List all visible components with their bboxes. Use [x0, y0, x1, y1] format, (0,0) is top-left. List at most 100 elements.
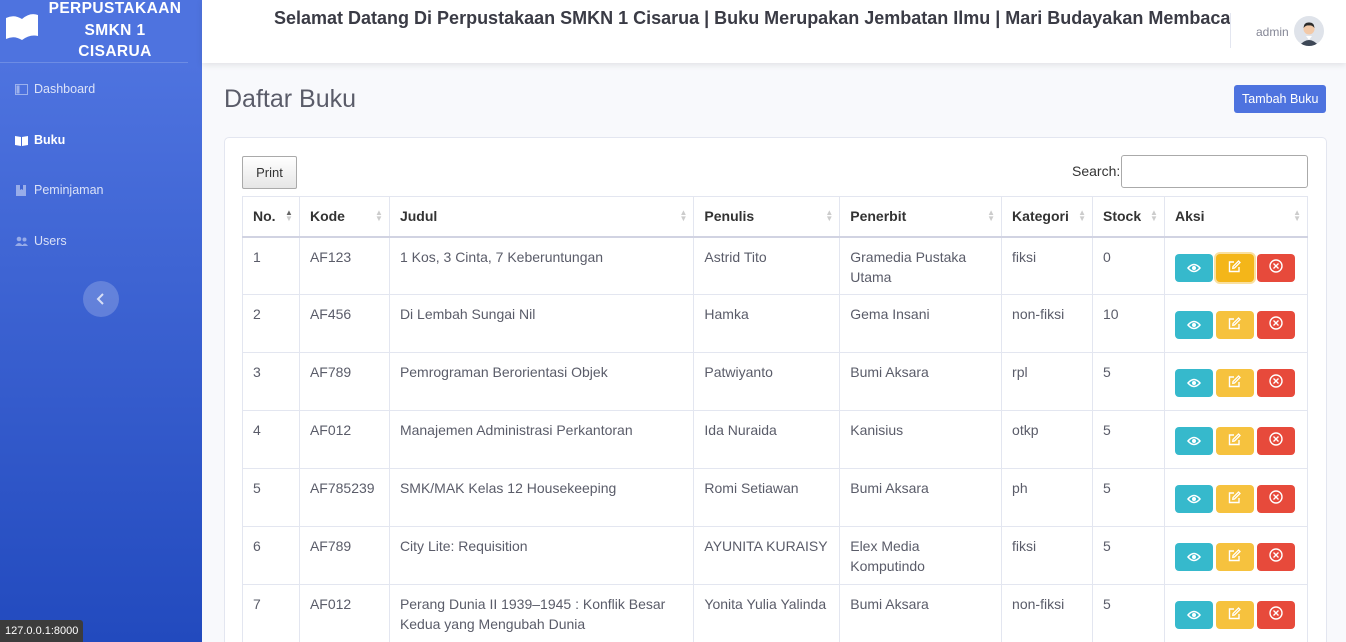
edit-button[interactable] [1215, 311, 1254, 339]
cell-judul: Di Lembah Sungai Nil [388, 294, 695, 353]
cell-kategori: non-fiksi [1001, 294, 1093, 353]
cell-kode: AF456 [298, 294, 390, 353]
column-header-label: Aksi [1174, 208, 1205, 225]
view-button[interactable] [1174, 253, 1213, 282]
cell-no: 4 [242, 410, 300, 469]
sort-icon: ▲ ▼ [1078, 208, 1086, 223]
cell-judul: City Lite: Requisition [388, 526, 695, 585]
brand-title: PERPUSTAKAAN SMKN 1 CISARUA [44, 0, 186, 63]
cell-penulis: Romi Setiawan [693, 468, 841, 527]
column-header-label: Stock [1103, 208, 1142, 225]
chevron-left-icon [96, 293, 104, 305]
edit-icon [1228, 315, 1242, 335]
edit-button[interactable] [1215, 253, 1254, 282]
edit-button[interactable] [1215, 369, 1254, 397]
edit-button[interactable] [1215, 601, 1254, 629]
cell-kode: AF789 [298, 352, 390, 411]
table-row: 1 AF123 1 Kos, 3 Cinta, 7 Keberuntungan Ast… [242, 236, 1309, 295]
cell-no: 7 [242, 584, 300, 642]
search-label: Search: [1072, 163, 1121, 179]
user-name[interactable]: admin [1256, 25, 1289, 39]
sidebar-brand[interactable]: PERPUSTAKAAN SMKN 1 CISARUA [0, 0, 188, 63]
cell-kategori: non-fiksi [1001, 584, 1093, 642]
sidebar-toggle-button[interactable] [83, 281, 119, 317]
edit-icon [1228, 373, 1242, 393]
delete-button[interactable] [1256, 311, 1295, 339]
cell-aksi [1163, 584, 1309, 642]
view-button[interactable] [1174, 543, 1213, 571]
eye-icon [1186, 431, 1201, 451]
cell-penerbit: Gramedia Pustaka Utama [839, 236, 1003, 295]
topbar-divider [1230, 13, 1231, 48]
page-title: Daftar Buku [224, 85, 357, 113]
table-row: 5 AF785239 SMK/MAK Kelas 12 Housekeeping Ro… [242, 468, 1309, 527]
table-row: 2 AF456 Di Lembah Sungai Nil Hamka Gema Insa… [242, 294, 1309, 353]
column-header-label: Penerbit [850, 208, 907, 225]
sidebar-item-users[interactable]: Users [0, 229, 202, 253]
edit-icon [1228, 605, 1242, 625]
cell-penulis: Ida Nuraida [693, 410, 841, 469]
delete-button[interactable] [1256, 427, 1295, 455]
view-button[interactable] [1174, 427, 1213, 455]
table-row: 4 AF012 Manajemen Administrasi Perkantoran… [242, 410, 1309, 469]
sidebar-item-dashboard[interactable]: Dashboard [0, 77, 202, 101]
table-header-row: No. ▲ ▼ Kode ▲ ▼ Judul ▲ ▼ Penulis ▲ ▼ Penerbit ▲… [242, 196, 1309, 238]
cell-no: 2 [242, 294, 300, 353]
column-header-aksi[interactable]: Aksi ▲ ▼ [1163, 196, 1309, 238]
cell-kategori: fiksi [1001, 526, 1093, 585]
view-button[interactable] [1174, 601, 1213, 629]
column-header-label: Kategori [1012, 208, 1069, 225]
books-table: No. ▲ ▼ Kode ▲ ▼ Judul ▲ ▼ Penulis ▲ ▼ Penerbit ▲… [242, 196, 1309, 642]
delete-button[interactable] [1256, 369, 1295, 397]
table-row: 6 AF789 City Lite: Requisition AYUNITA KURA… [242, 526, 1309, 585]
column-header-penulis[interactable]: Penulis ▲ ▼ [693, 196, 841, 238]
sidebar-item-buku[interactable]: Buku [0, 128, 202, 152]
edit-button[interactable] [1215, 485, 1254, 513]
view-button[interactable] [1174, 369, 1213, 397]
cell-aksi [1163, 526, 1309, 585]
cell-stock: 5 [1092, 410, 1165, 469]
book-open-icon [15, 135, 28, 146]
column-header-kategori[interactable]: Kategori ▲ ▼ [1001, 196, 1093, 238]
cell-penerbit: Gema Insani [839, 294, 1003, 353]
edit-button[interactable] [1215, 427, 1254, 455]
cell-no: 5 [242, 468, 300, 527]
cell-penerbit: Bumi Aksara [839, 584, 1003, 642]
view-button[interactable] [1174, 485, 1213, 513]
column-header-judul[interactable]: Judul ▲ ▼ [388, 196, 695, 238]
add-book-button[interactable]: Tambah Buku [1234, 85, 1327, 113]
column-header-no[interactable]: No. ▲ ▼ [242, 196, 300, 238]
sidebar-item-label: Users [34, 234, 67, 248]
sidebar-item-peminjaman[interactable]: Peminjaman [0, 178, 202, 202]
print-button[interactable]: Print [242, 156, 297, 189]
column-header-label: No. [253, 208, 276, 225]
sort-icon: ▲ ▼ [1150, 208, 1158, 223]
cell-kode: AF012 [298, 410, 390, 469]
view-button[interactable] [1174, 311, 1213, 339]
column-header-kode[interactable]: Kode ▲ ▼ [298, 196, 390, 238]
brand-line-1: PERPUSTAKAAN [48, 0, 182, 17]
column-header-stock[interactable]: Stock ▲ ▼ [1092, 196, 1165, 238]
table-row: 3 AF789 Pemrograman Berorientasi Objek Patw… [242, 352, 1309, 411]
cell-stock: 5 [1092, 468, 1165, 527]
cell-stock: 10 [1092, 294, 1165, 353]
delete-button[interactable] [1256, 253, 1295, 282]
edit-icon [1228, 431, 1242, 451]
topbar: Selamat Datang Di Perpustakaan SMKN 1 Ci… [202, 0, 1346, 63]
search-input[interactable] [1121, 155, 1308, 188]
column-header-label: Judul [399, 208, 438, 225]
avatar[interactable] [1294, 16, 1324, 46]
sort-icon: ▲ ▼ [987, 208, 996, 223]
eye-icon [1186, 315, 1201, 335]
column-header-penerbit[interactable]: Penerbit ▲ ▼ [839, 196, 1003, 238]
delete-button[interactable] [1256, 485, 1295, 513]
delete-icon [1269, 431, 1283, 451]
edit-button[interactable] [1215, 543, 1254, 571]
eye-icon [1186, 547, 1201, 567]
edit-icon [1228, 258, 1242, 278]
cell-penerbit: Kanisius [839, 410, 1003, 469]
delete-button[interactable] [1256, 601, 1295, 629]
row-actions [1174, 304, 1297, 339]
delete-button[interactable] [1256, 543, 1295, 571]
cell-kode: AF789 [298, 526, 390, 585]
